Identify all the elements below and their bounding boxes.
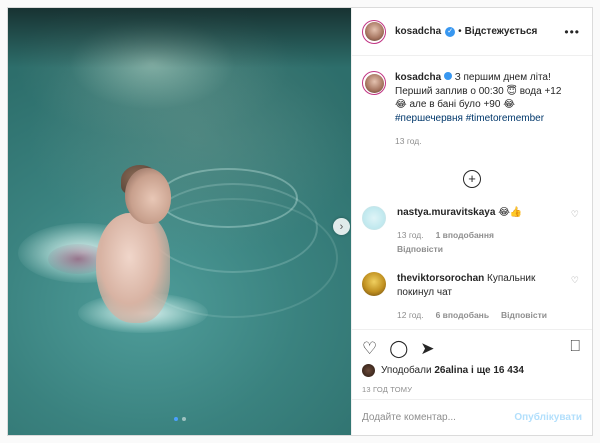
- comment-time: 12 год.: [397, 310, 424, 320]
- comment-time: 13 год.: [397, 230, 424, 240]
- post-info-panel: kosadcha ✓ • Відстежується ••• kosadcha …: [351, 8, 592, 435]
- comment-reply-button[interactable]: Відповісти: [397, 243, 443, 257]
- comment-text: theviktorsorochan Купальник покинул чат …: [397, 272, 557, 323]
- caption-line-1: З першим днем літа!: [454, 72, 551, 83]
- emoji-icon: 😂: [503, 99, 515, 110]
- emoji-icon: 😂: [395, 99, 407, 110]
- likes-prefix: Уподобали: [381, 365, 432, 376]
- caption-text: kosadcha З першим днем літа! Перший запл…: [395, 71, 575, 149]
- caption-time: 13 год.: [395, 136, 422, 146]
- comment-item: nastya.muravitskaya 😂👍 13 год. 1 вподоба…: [362, 205, 582, 257]
- comment-reply-row: Відповісти: [397, 243, 557, 257]
- caption-hashtags[interactable]: #першечервня #timetoremember: [395, 113, 544, 124]
- swimmer-head: [125, 168, 171, 224]
- comment-like-heart-icon[interactable]: ♡: [571, 275, 579, 286]
- commenter-username[interactable]: theviktorsorochan: [397, 273, 484, 284]
- save-bookmark-icon[interactable]: ⎕: [570, 338, 580, 356]
- caption-line-4: але в бані було +90: [409, 99, 501, 110]
- add-comment-bar: Опублікувати: [352, 399, 592, 435]
- post-timestamp: 13 ГОД ТОМУ: [362, 385, 413, 394]
- commenter-username[interactable]: nastya.muravitskaya: [397, 207, 495, 218]
- photo-shadow: [8, 8, 351, 68]
- likes-summary: Уподобали 26alina і ще 16 434: [362, 364, 524, 377]
- comment-meta: 13 год. 1 вподобання: [397, 229, 557, 243]
- comment-item: theviktorsorochan Купальник покинул чат …: [362, 272, 582, 323]
- comment-likes[interactable]: 1 вподобання: [436, 229, 494, 243]
- likes-count[interactable]: і ще 16 434: [471, 365, 524, 376]
- liker-avatar[interactable]: [362, 364, 375, 377]
- comment-likes[interactable]: 6 вподобань: [436, 309, 489, 323]
- caption-meta: 13 год.: [395, 135, 575, 149]
- author-avatar[interactable]: [362, 19, 386, 44]
- commenter-avatar[interactable]: [362, 205, 386, 230]
- comment-bubble-icon[interactable]: ◯: [389, 340, 408, 357]
- add-comment-input[interactable]: [362, 412, 515, 423]
- chevron-right-icon: ›: [339, 220, 344, 233]
- caption-username[interactable]: kosadcha: [395, 72, 441, 83]
- carousel-indicator: [8, 417, 351, 421]
- carousel-dot: [181, 417, 186, 421]
- verified-badge-icon: ✓: [445, 26, 456, 37]
- separator-dot: •: [458, 26, 462, 37]
- instagram-post: › kosadcha ✓ • Відстежується ••• kosadch…: [7, 7, 593, 436]
- emoji-icon: 😇: [506, 85, 517, 97]
- more-options-icon[interactable]: •••: [564, 25, 580, 39]
- comment-like-heart-icon[interactable]: ♡: [571, 209, 579, 220]
- follow-status-button[interactable]: Відстежується: [465, 26, 538, 37]
- swimmer-body: [96, 213, 170, 323]
- author-username[interactable]: kosadcha: [395, 26, 441, 37]
- share-send-icon[interactable]: ➤: [420, 340, 434, 357]
- commenter-avatar[interactable]: [362, 272, 386, 296]
- post-actions-bar: ♡ ◯ ➤ ⎕: [352, 329, 592, 359]
- comments-section: kosadcha З першим днем літа! Перший запл…: [352, 66, 592, 320]
- carousel-dot-active: [173, 417, 178, 421]
- post-caption: kosadcha З першим днем літа! Перший запл…: [362, 71, 582, 149]
- caption-line-3: вода +12: [519, 85, 562, 97]
- comment-text: nastya.muravitskaya 😂👍 13 год. 1 вподоба…: [397, 206, 557, 257]
- caption-line-2: Перший заплив о 00:30: [395, 85, 504, 97]
- comment-content: 😂👍: [498, 206, 523, 218]
- carousel-next-button[interactable]: ›: [333, 218, 350, 235]
- first-liker-username[interactable]: 26alina: [434, 365, 468, 376]
- comment-meta: 12 год. 6 вподобань Відповісти: [397, 309, 557, 323]
- post-header: kosadcha ✓ • Відстежується •••: [352, 8, 592, 56]
- load-more-comments-icon[interactable]: +: [463, 169, 481, 188]
- caption-author-avatar[interactable]: [362, 71, 386, 95]
- verified-small-icon: [443, 72, 452, 80]
- publish-comment-button[interactable]: Опублікувати: [514, 412, 582, 423]
- post-photo[interactable]: ›: [8, 8, 351, 435]
- like-heart-icon[interactable]: ♡: [362, 340, 377, 357]
- comment-reply-button[interactable]: Відповісти: [501, 309, 547, 323]
